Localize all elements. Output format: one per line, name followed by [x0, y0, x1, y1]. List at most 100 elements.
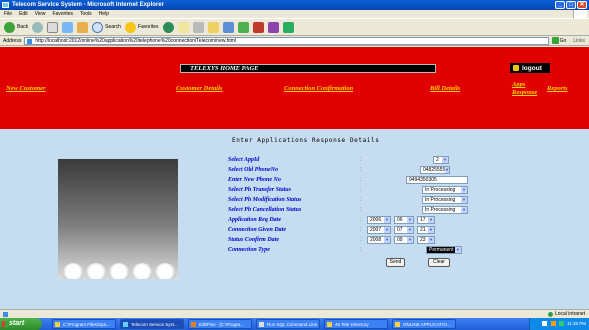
forward-arrow-icon[interactable] — [32, 21, 44, 33]
chevron-down-icon: ▼ — [461, 187, 467, 193]
menu-favorites[interactable]: Favorites — [52, 10, 73, 18]
address-input[interactable]: http://localhost:2012/online%20applicati… — [24, 36, 549, 45]
messenger-icon[interactable] — [252, 21, 264, 33]
year-value: 2006 — [370, 217, 382, 223]
connection-type-select[interactable]: Permanent ▼ — [426, 246, 462, 254]
search-button[interactable]: Search — [92, 21, 121, 33]
application-month-select[interactable]: 06 ▼ — [394, 216, 414, 224]
close-button[interactable]: ✕ — [577, 1, 587, 9]
transfer-status-select[interactable]: In Processing ▼ — [422, 186, 468, 194]
research-icon[interactable] — [267, 21, 279, 33]
links-button[interactable]: Links — [569, 38, 589, 44]
new-phone-input[interactable]: 9494350305 — [406, 176, 468, 184]
chevron-down-icon: ▼ — [384, 237, 390, 243]
send-button[interactable]: Send — [386, 258, 405, 267]
site-header: TELEXYS HOME PAGE logout New Customer Cu… — [0, 47, 589, 129]
light-bulb — [85, 263, 107, 279]
transfer-status-value: In Processing — [425, 187, 456, 193]
taskbar-item[interactable]: Run SQL Command Line — [256, 319, 320, 329]
refresh-icon[interactable] — [62, 21, 74, 33]
taskbar-item[interactable]: Telecom Service Syst... — [120, 319, 184, 329]
chevron-down-icon: ▼ — [407, 227, 413, 233]
nav-reports[interactable]: Reports — [547, 85, 568, 92]
task-label: C:\Program Files\Spa... — [63, 322, 110, 327]
colon: : — [360, 217, 362, 223]
search-icon — [92, 21, 104, 33]
chevron-down-icon: ▼ — [407, 217, 413, 223]
window-title: Telecom Service System - Microsoft Inter… — [12, 2, 164, 8]
search-label: Search — [105, 24, 121, 30]
nav-response[interactable]: Response — [512, 89, 537, 96]
colon: : — [360, 237, 362, 243]
chevron-down-icon: ▼ — [428, 217, 434, 223]
connection-day-select[interactable]: 21 ▼ — [417, 226, 435, 234]
window-controls: _ □ ✕ — [555, 1, 587, 9]
taskbar-item[interactable]: 45 Tele Directory — [324, 319, 388, 329]
nav-new-customer[interactable]: New Customer — [6, 85, 46, 92]
back-button[interactable]: Back — [4, 21, 28, 33]
app-id-label: Select AppId — [228, 157, 260, 163]
go-label: Go — [559, 37, 567, 44]
edit-icon[interactable] — [222, 21, 234, 33]
chevron-down-icon: ▼ — [442, 157, 448, 163]
app-id-select[interactable]: 2 ▼ — [433, 156, 449, 164]
page-icon — [27, 38, 33, 44]
tools-icon[interactable] — [282, 21, 294, 33]
favorites-button[interactable]: Favorites — [124, 21, 159, 33]
connection-type-value: Permanent — [429, 247, 454, 253]
nav-customer-details[interactable]: Customer Details — [176, 85, 222, 92]
status-day-select[interactable]: 23 ▼ — [417, 236, 435, 244]
address-bar: Address http://localhost:2012/online%20a… — [0, 36, 589, 46]
discuss-icon[interactable] — [237, 21, 249, 33]
home-icon[interactable] — [77, 21, 89, 33]
colon: : — [360, 197, 362, 203]
minimize-button[interactable]: _ — [555, 1, 565, 9]
chevron-down-icon: ▼ — [384, 227, 390, 233]
nav-apps[interactable]: Apps — [512, 81, 525, 88]
day-value: 21 — [420, 227, 426, 233]
clear-button[interactable]: Clear — [428, 258, 450, 267]
application-day-select[interactable]: 17 ▼ — [417, 216, 435, 224]
print-icon[interactable] — [192, 21, 204, 33]
taskbar-item[interactable]: ONLINE APPLICATIO... — [392, 319, 456, 329]
nav-connection-confirmation[interactable]: Connection Confirmation — [284, 85, 353, 92]
menu-tools[interactable]: Tools — [80, 10, 92, 18]
volume-icon[interactable] — [550, 321, 556, 327]
nav-bill-details[interactable]: Bill Details — [430, 85, 460, 92]
maximize-button[interactable]: □ — [566, 1, 576, 9]
status-year-select[interactable]: 2008 ▼ — [367, 236, 391, 244]
go-button[interactable]: Go — [551, 37, 567, 44]
application-year-select[interactable]: 2006 ▼ — [367, 216, 391, 224]
network-icon[interactable] — [542, 321, 548, 327]
mail-icon[interactable] — [177, 21, 189, 33]
history-icon[interactable] — [162, 21, 174, 33]
folder-icon[interactable] — [207, 21, 219, 33]
logout-icon — [513, 65, 519, 71]
stop-icon[interactable] — [47, 21, 59, 33]
security-icon[interactable] — [558, 321, 564, 327]
cancellation-status-select[interactable]: In Processing ▼ — [422, 206, 468, 214]
connection-month-select[interactable]: 07 ▼ — [394, 226, 414, 234]
taskbar-item[interactable]: EditPlus - [C:\Progra... — [188, 319, 252, 329]
light-bulb — [62, 263, 84, 279]
old-phone-select[interactable]: 04825555 ▼ — [420, 166, 450, 174]
modification-status-select[interactable]: In Processing ▼ — [422, 196, 468, 204]
back-arrow-icon — [4, 21, 15, 33]
decorative-image — [58, 159, 178, 279]
task-label: Run SQL Command Line — [267, 322, 318, 327]
taskbar-item[interactable]: C:\Program Files\Spa... — [52, 319, 116, 329]
start-button[interactable]: start — [0, 318, 42, 330]
light-bulb — [131, 263, 153, 279]
menu-help[interactable]: Help — [99, 10, 109, 18]
logout-label: logout — [522, 64, 542, 72]
task-label: Telecom Service Syst... — [131, 322, 178, 327]
menu-view[interactable]: View — [35, 10, 46, 18]
home-page-banner: TELEXYS HOME PAGE — [180, 64, 436, 73]
logout-button[interactable]: logout — [510, 63, 550, 73]
day-value: 17 — [420, 217, 426, 223]
connection-year-select[interactable]: 2007 ▼ — [367, 226, 391, 234]
chevron-down-icon: ▼ — [455, 247, 461, 253]
menu-file[interactable]: File — [4, 10, 12, 18]
menu-edit[interactable]: Edit — [19, 10, 28, 18]
status-month-select[interactable]: 09 ▼ — [394, 236, 414, 244]
